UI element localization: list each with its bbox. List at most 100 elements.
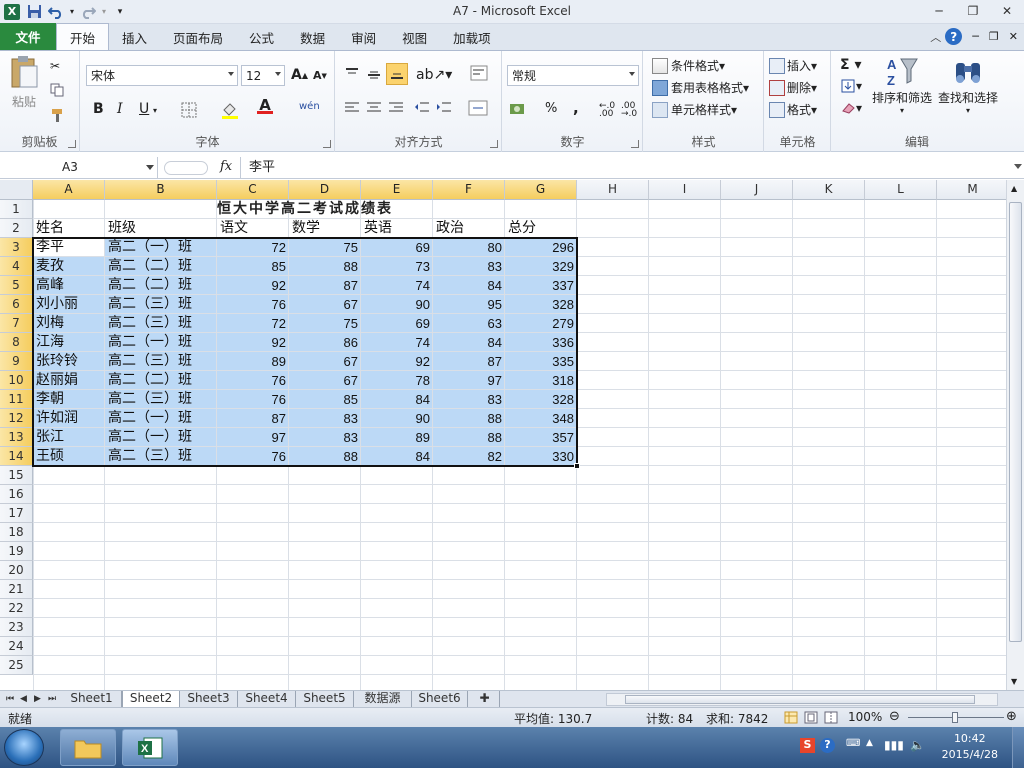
row-header-4[interactable]: 4 (0, 257, 33, 276)
zoom-out-icon[interactable]: ⊖ (889, 709, 900, 724)
row-header-2[interactable]: 2 (0, 219, 33, 238)
clear-icon[interactable]: ▾ (840, 101, 862, 115)
cell-styles-button[interactable]: 单元格样式 ▾ (652, 101, 737, 118)
tab-file[interactable]: 文件 (0, 23, 56, 50)
tab-insert[interactable]: 插入 (109, 24, 160, 50)
sheet-tab-5[interactable]: Sheet5 (296, 691, 354, 707)
column-header-c[interactable]: C (217, 180, 289, 200)
decrease-indent-icon[interactable] (414, 101, 430, 115)
score-cell[interactable]: 86 (289, 333, 361, 352)
name-box-dropdown-icon[interactable] (146, 165, 154, 170)
row-header-17[interactable]: 17 (0, 504, 33, 523)
header-cell[interactable]: 英语 (361, 219, 433, 238)
score-cell[interactable]: 89 (361, 428, 433, 447)
format-as-table-button[interactable]: 套用表格格式 ▾ (652, 79, 749, 96)
customize-qat-icon[interactable]: ▾ (110, 2, 130, 22)
tray-help-icon[interactable]: ? (820, 738, 835, 753)
name-cell[interactable]: 江海 (33, 333, 105, 352)
row-header-8[interactable]: 8 (0, 333, 33, 352)
tab-addins[interactable]: 加载项 (440, 24, 504, 50)
score-cell[interactable]: 80 (433, 238, 505, 257)
paste-button[interactable]: 粘贴 (6, 55, 42, 110)
conditional-formatting-button[interactable]: 条件格式 ▾ (652, 57, 725, 74)
score-cell[interactable]: 69 (361, 314, 433, 333)
network-icon[interactable]: ▮▮▮ (884, 738, 904, 752)
score-cell[interactable]: 88 (433, 428, 505, 447)
underline-button[interactable]: U (139, 101, 149, 117)
score-cell[interactable]: 92 (217, 333, 289, 352)
excel-taskbar-button[interactable]: X (122, 729, 178, 766)
tab-page-layout[interactable]: 页面布局 (160, 24, 236, 50)
score-cell[interactable]: 69 (361, 238, 433, 257)
score-cell[interactable]: 92 (217, 276, 289, 295)
name-cell[interactable]: 赵丽娟 (33, 371, 105, 390)
name-cell[interactable]: 刘梅 (33, 314, 105, 333)
name-cell[interactable]: 刘小丽 (33, 295, 105, 314)
header-cell[interactable]: 班级 (105, 219, 217, 238)
last-sheet-icon[interactable]: ⏭ (48, 694, 56, 704)
format-cells-button[interactable]: 格式 ▾ (769, 101, 817, 118)
column-header-e[interactable]: E (361, 180, 433, 200)
insert-cells-button[interactable]: 插入 ▾ (769, 57, 817, 74)
next-sheet-icon[interactable]: ▶ (34, 694, 41, 704)
help-icon[interactable]: ? (945, 28, 963, 45)
tab-home[interactable]: 开始 (56, 23, 110, 50)
bold-button[interactable]: B (93, 101, 104, 117)
expand-formula-bar-icon[interactable] (1014, 164, 1022, 169)
score-cell[interactable]: 330 (505, 447, 577, 466)
score-cell[interactable]: 67 (289, 371, 361, 390)
input-method-icon[interactable]: S (800, 738, 815, 753)
sheet-tab-1[interactable]: Sheet1 (62, 691, 122, 707)
borders-icon[interactable] (181, 102, 197, 118)
undo-dropdown-icon[interactable]: ▾ (68, 2, 76, 22)
score-cell[interactable]: 76 (217, 447, 289, 466)
score-cell[interactable]: 87 (289, 276, 361, 295)
fill-handle[interactable] (574, 463, 580, 469)
restore-button[interactable]: ❐ (956, 0, 990, 22)
name-cell[interactable]: 王硕 (33, 447, 105, 466)
tab-data[interactable]: 数据 (287, 24, 338, 50)
score-cell[interactable]: 84 (433, 276, 505, 295)
score-cell[interactable]: 328 (505, 390, 577, 409)
column-header-a[interactable]: A (33, 180, 105, 200)
align-right-icon[interactable] (388, 101, 404, 115)
score-cell[interactable]: 328 (505, 295, 577, 314)
cut-icon[interactable]: ✂ (50, 59, 60, 73)
close-button[interactable]: ✕ (990, 0, 1024, 22)
score-cell[interactable]: 76 (217, 295, 289, 314)
normal-view-icon[interactable] (784, 711, 798, 727)
row-header-20[interactable]: 20 (0, 561, 33, 580)
sheet-tab-2[interactable]: Sheet2 (122, 691, 180, 707)
minimize-ribbon-icon[interactable]: ︿ (930, 29, 941, 45)
scroll-down-arrow[interactable]: ▼ (1011, 677, 1017, 686)
row-header-16[interactable]: 16 (0, 485, 33, 504)
score-cell[interactable]: 75 (289, 238, 361, 257)
score-cell[interactable]: 84 (433, 333, 505, 352)
score-cell[interactable]: 296 (505, 238, 577, 257)
row-header-18[interactable]: 18 (0, 523, 33, 542)
row-header-21[interactable]: 21 (0, 580, 33, 599)
class-cell[interactable]: 高二（一）班 (105, 238, 217, 257)
column-header-d[interactable]: D (289, 180, 361, 200)
score-cell[interactable]: 335 (505, 352, 577, 371)
row-header-24[interactable]: 24 (0, 637, 33, 656)
score-cell[interactable]: 90 (361, 409, 433, 428)
start-button[interactable] (4, 729, 44, 766)
score-cell[interactable]: 89 (217, 352, 289, 371)
accounting-format-icon[interactable] (509, 101, 529, 117)
name-cell[interactable]: 许如润 (33, 409, 105, 428)
number-format-select[interactable]: 常规 (507, 65, 639, 86)
save-icon[interactable] (24, 2, 44, 22)
column-header-h[interactable]: H (577, 180, 649, 200)
tab-view[interactable]: 视图 (389, 24, 440, 50)
score-cell[interactable]: 83 (289, 409, 361, 428)
score-cell[interactable]: 87 (217, 409, 289, 428)
sheet-tab-6[interactable]: 数据源 (354, 691, 412, 707)
font-color-button[interactable]: A (257, 98, 273, 114)
first-sheet-icon[interactable]: ⏮ (6, 694, 14, 704)
score-cell[interactable]: 337 (505, 276, 577, 295)
select-all-corner[interactable] (0, 180, 33, 200)
row-header-12[interactable]: 12 (0, 409, 33, 428)
name-cell[interactable]: 高峰 (33, 276, 105, 295)
score-cell[interactable]: 67 (289, 295, 361, 314)
